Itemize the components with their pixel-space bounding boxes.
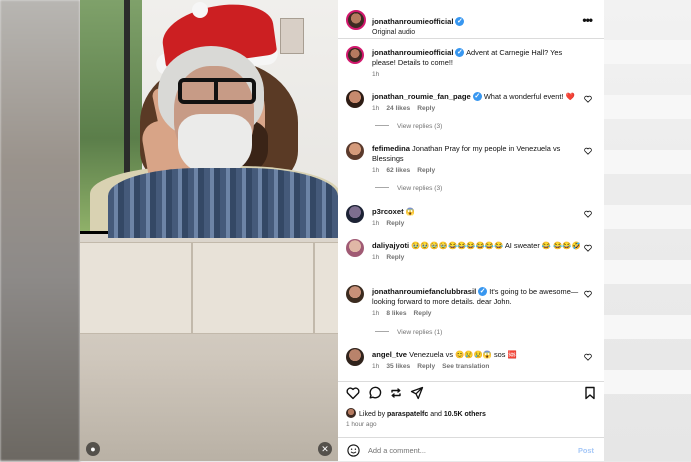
post-header: jonathanroumieofficial ✓ Original audio •… bbox=[338, 0, 604, 38]
verified-icon: ✓ bbox=[455, 17, 465, 26]
comment-likes[interactable]: 35 likes bbox=[386, 363, 410, 370]
avatar[interactable] bbox=[346, 46, 364, 64]
heart-icon[interactable] bbox=[584, 290, 592, 298]
save-icon[interactable] bbox=[584, 386, 596, 400]
comment-username[interactable]: fefimedina bbox=[372, 144, 410, 153]
see-translation-link[interactable]: See translation bbox=[442, 363, 489, 370]
comment-likes[interactable]: 62 likes bbox=[386, 167, 410, 174]
post-username[interactable]: jonathanroumieofficial bbox=[372, 17, 453, 26]
liked-count[interactable]: 10.5K others bbox=[444, 411, 486, 418]
verified-icon: ✓ bbox=[455, 48, 465, 57]
share-icon[interactable] bbox=[410, 386, 424, 400]
comment-username[interactable]: jonathanroumiefanclubbrasil bbox=[372, 287, 476, 296]
comment-text: Venezuela vs 😊😢😢😱 sos 🆘 bbox=[409, 350, 517, 359]
view-replies-link[interactable]: View replies (1) bbox=[375, 329, 442, 336]
avatar[interactable] bbox=[346, 90, 364, 108]
mute-icon[interactable]: ✕ bbox=[318, 442, 332, 456]
avatar[interactable] bbox=[346, 10, 366, 30]
heart-icon[interactable] bbox=[584, 147, 592, 155]
comment-likes[interactable]: 8 likes bbox=[386, 310, 406, 317]
reply-button[interactable]: Reply bbox=[417, 363, 435, 370]
comment-time: 1h bbox=[372, 254, 380, 261]
verified-icon: ✓ bbox=[478, 287, 488, 296]
avatar[interactable] bbox=[346, 408, 356, 418]
reply-button[interactable]: Reply bbox=[417, 167, 435, 174]
caption-username[interactable]: jonathanroumieofficial bbox=[372, 48, 453, 57]
caption-time: 1h bbox=[372, 71, 380, 78]
comment-time: 1h bbox=[372, 167, 380, 174]
comment-text: 🥹🥹🥹🥹😂😂😂😂😂😂 AI sweater 😂 😂😂🤣 bbox=[411, 241, 581, 250]
blurred-background-left bbox=[0, 0, 80, 461]
view-replies-link[interactable]: View replies (3) bbox=[375, 123, 442, 130]
comments-list[interactable]: jonathanroumieofficial ✓ Advent at Carneg… bbox=[338, 39, 604, 379]
heart-icon[interactable] bbox=[584, 210, 592, 218]
comment-username[interactable]: p3rcoxet bbox=[372, 207, 404, 216]
actions-divider bbox=[338, 381, 604, 382]
comment-username[interactable]: daliyajyoti bbox=[372, 241, 409, 250]
repost-icon[interactable] bbox=[389, 386, 403, 400]
heart-icon[interactable] bbox=[584, 244, 592, 252]
emoji-icon[interactable] bbox=[347, 444, 360, 457]
reply-button[interactable]: Reply bbox=[414, 310, 432, 317]
comment-time: 1h bbox=[372, 105, 380, 112]
add-comment-bar: Add a comment... Post bbox=[338, 437, 604, 462]
comment-time: 1h bbox=[372, 220, 380, 227]
liked-user[interactable]: paraspatelfc bbox=[387, 411, 428, 418]
more-icon[interactable]: ••• bbox=[582, 13, 593, 27]
comment-time: 1h bbox=[372, 310, 380, 317]
comment-username[interactable]: angel_tve bbox=[372, 350, 407, 359]
comment-icon[interactable] bbox=[368, 386, 382, 400]
comments-panel: jonathanroumieofficial ✓ Original audio •… bbox=[338, 0, 604, 461]
avatar[interactable] bbox=[346, 205, 364, 223]
likes-summary: Liked by paraspatelfc and 10.5K others bbox=[346, 408, 486, 418]
comment-text: 😱 bbox=[405, 207, 415, 216]
verified-icon: ✓ bbox=[472, 92, 482, 101]
video-frame-bottom bbox=[80, 234, 338, 461]
heart-icon[interactable] bbox=[584, 95, 592, 103]
avatar[interactable] bbox=[346, 142, 364, 160]
reply-button[interactable]: Reply bbox=[417, 105, 435, 112]
heart-icon[interactable] bbox=[346, 386, 360, 400]
post-button[interactable]: Post bbox=[578, 446, 594, 455]
blurred-background-right bbox=[604, 0, 691, 461]
comment-username[interactable]: jonathan_roumie_fan_page bbox=[372, 92, 471, 101]
avatar[interactable] bbox=[346, 348, 364, 366]
comment-text: What a wonderful event! ❤️ bbox=[483, 92, 575, 101]
avatar[interactable] bbox=[346, 285, 364, 303]
reply-button[interactable]: Reply bbox=[386, 254, 404, 261]
comment-likes[interactable]: 24 likes bbox=[386, 105, 410, 112]
person-icon[interactable]: ● bbox=[86, 442, 100, 456]
avatar[interactable] bbox=[346, 239, 364, 257]
action-bar bbox=[338, 384, 604, 404]
view-replies-link[interactable]: View replies (3) bbox=[375, 185, 442, 192]
reply-button[interactable]: Reply bbox=[386, 220, 404, 227]
add-comment-input[interactable]: Add a comment... bbox=[368, 446, 426, 455]
live-video-area[interactable]: ● ✕ bbox=[80, 0, 338, 461]
heart-icon[interactable] bbox=[584, 353, 592, 361]
comment-time: 1h bbox=[372, 363, 380, 370]
audio-label[interactable]: Original audio bbox=[372, 29, 464, 36]
post-time: 1 hour ago bbox=[346, 421, 377, 428]
